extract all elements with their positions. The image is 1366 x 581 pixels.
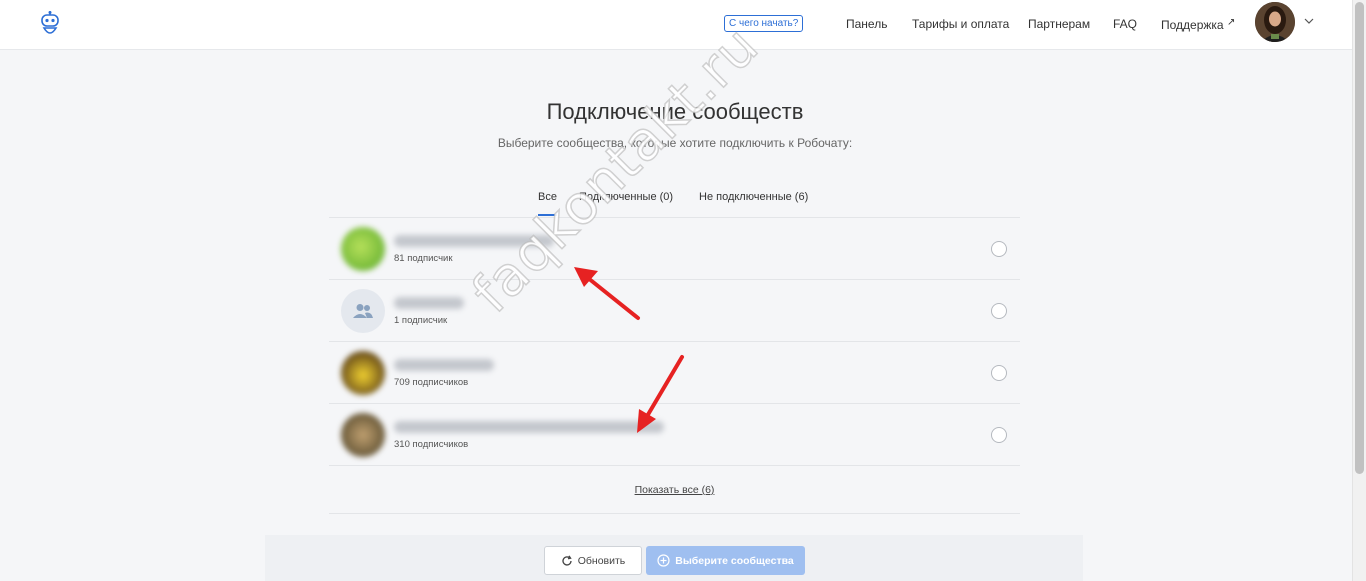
nav-pricing[interactable]: Тарифы и оплата — [912, 17, 1009, 31]
community-name-blurred — [394, 421, 664, 433]
robot-logo-icon[interactable] — [40, 11, 60, 37]
show-all-link[interactable]: Показать все (6) — [635, 484, 715, 496]
select-communities-button[interactable]: Выберите сообщества — [646, 546, 805, 575]
group-icon — [353, 304, 373, 318]
nav-faq[interactable]: FAQ — [1113, 17, 1137, 31]
community-avatar — [341, 413, 385, 457]
plus-circle-icon — [657, 554, 670, 567]
community-row[interactable]: 310 подписчиков — [329, 404, 1020, 466]
select-communities-label: Выберите сообщества — [675, 554, 794, 567]
refresh-button[interactable]: Обновить — [544, 546, 642, 575]
user-avatar[interactable] — [1255, 2, 1295, 42]
nav-support[interactable]: Поддержка ↗ — [1161, 17, 1235, 32]
community-avatar — [341, 289, 385, 333]
chevron-down-icon[interactable] — [1304, 16, 1314, 26]
select-radio[interactable] — [991, 427, 1007, 443]
show-all-row: Показать все (6) — [329, 466, 1020, 514]
community-list: 81 подписчик 1 подписчик 709 подписчиков… — [329, 217, 1020, 514]
tab-not-connected[interactable]: Не подключенные (6) — [699, 191, 808, 203]
subscriber-count: 1 подписчик — [394, 315, 448, 326]
refresh-icon — [562, 554, 572, 566]
select-radio[interactable] — [991, 241, 1007, 257]
scrollbar-thumb[interactable] — [1355, 2, 1364, 474]
subscriber-count: 81 подписчик — [394, 253, 453, 264]
subscriber-count: 709 подписчиков — [394, 377, 469, 388]
community-avatar — [341, 351, 385, 395]
external-link-icon: ↗ — [1226, 17, 1236, 28]
nav-partners[interactable]: Партнерам — [1028, 17, 1090, 31]
community-name-blurred — [394, 297, 464, 309]
nav-dashboard[interactable]: Панель — [846, 17, 887, 31]
refresh-label: Обновить — [577, 554, 626, 567]
community-name-blurred — [394, 359, 494, 371]
subscriber-count: 310 подписчиков — [394, 439, 469, 450]
select-radio[interactable] — [991, 365, 1007, 381]
community-avatar — [341, 227, 385, 271]
select-radio[interactable] — [991, 303, 1007, 319]
community-row[interactable]: 81 подписчик — [329, 218, 1020, 280]
community-row[interactable]: 1 подписчик — [329, 280, 1020, 342]
nav-support-label: Поддержка — [1161, 18, 1224, 32]
top-header: С чего начать? Панель Тарифы и оплата Па… — [0, 0, 1352, 50]
community-row[interactable]: 709 подписчиков — [329, 342, 1020, 404]
